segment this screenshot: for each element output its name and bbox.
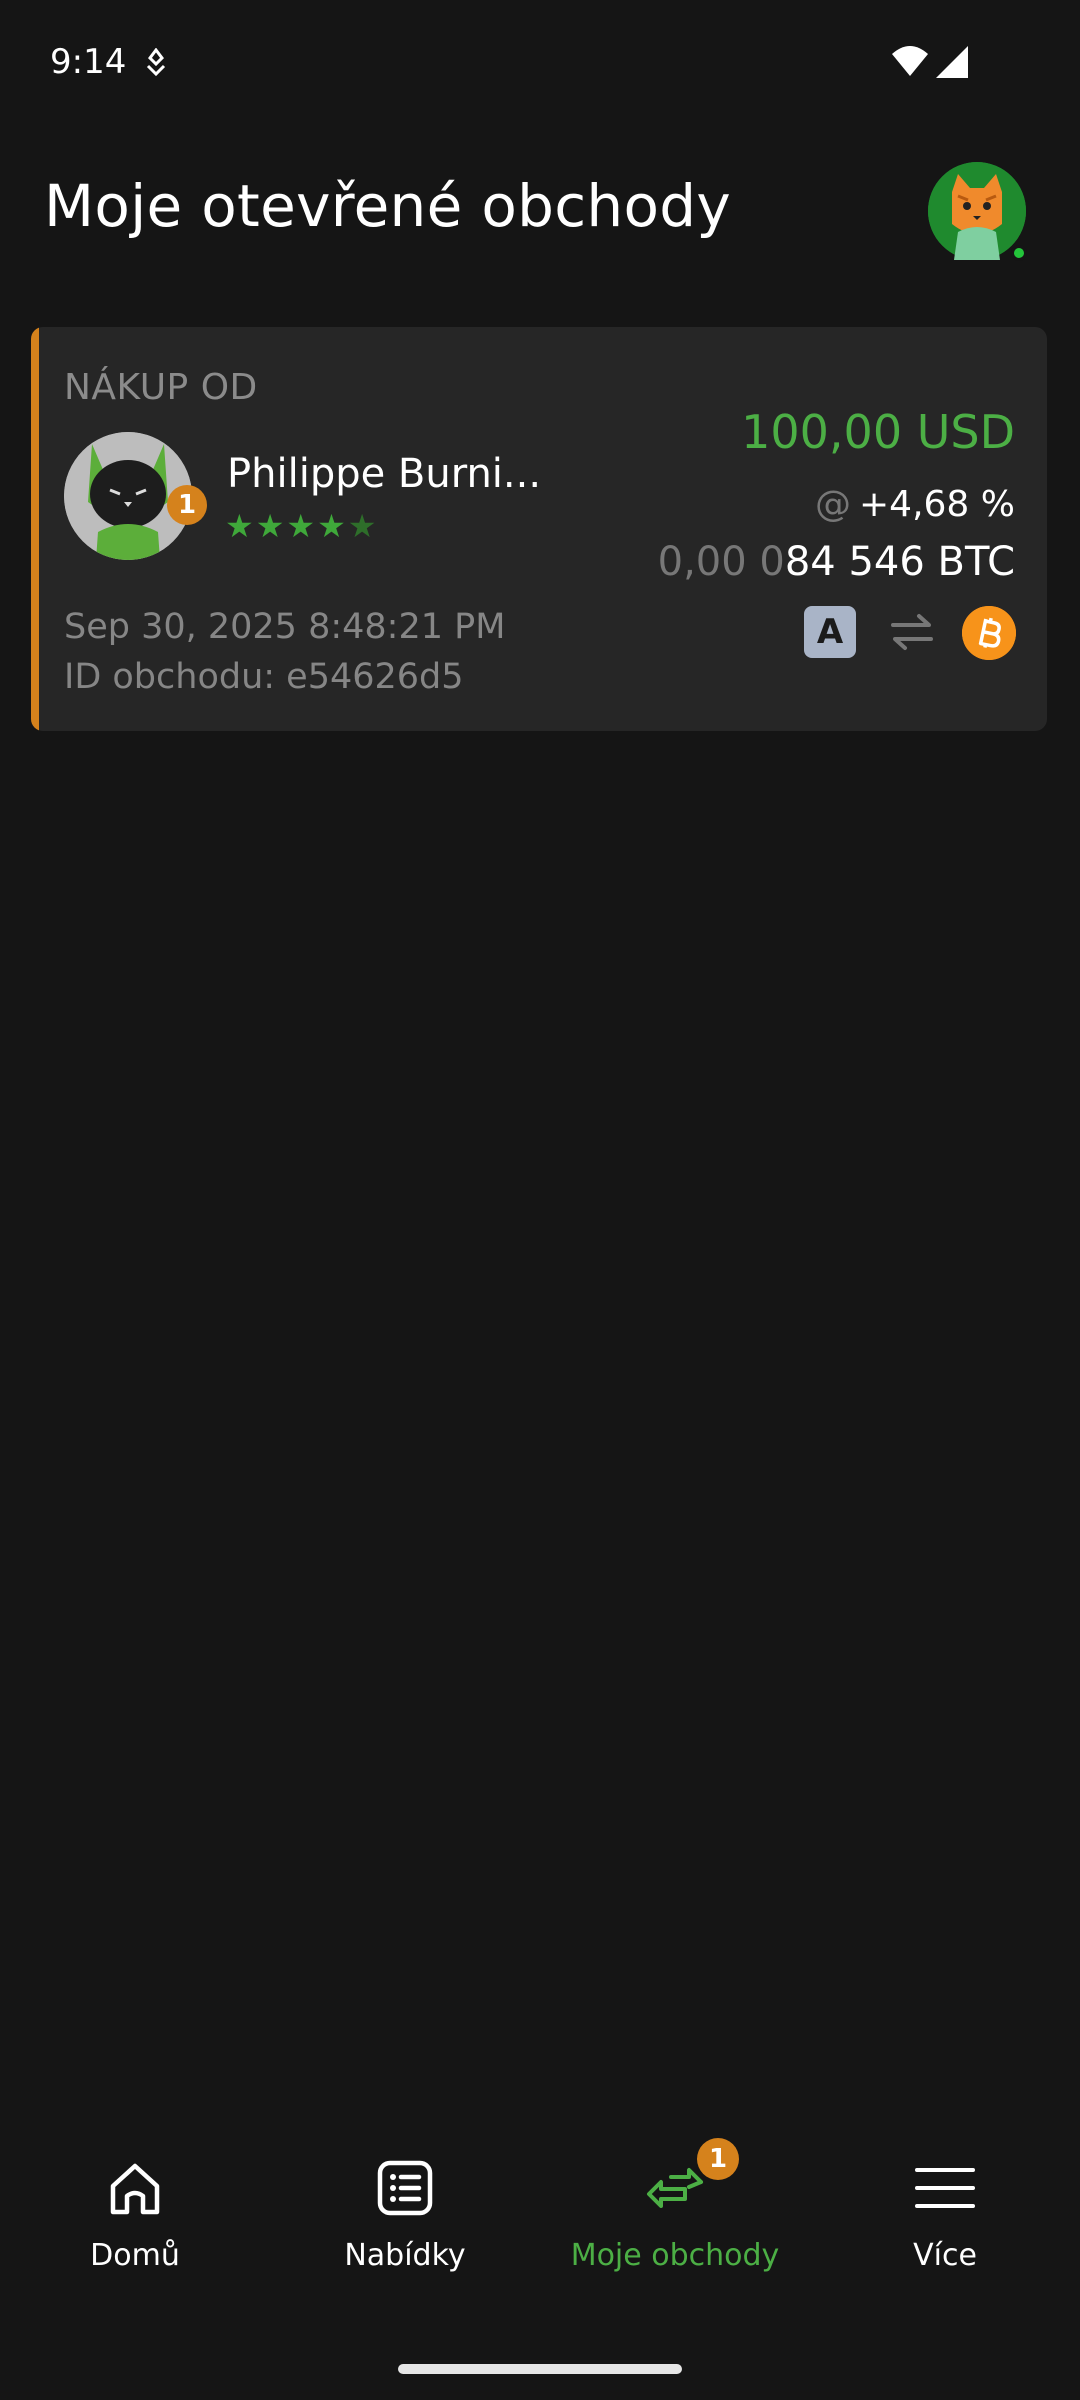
list-icon — [377, 2160, 433, 2216]
trade-id: ID obchodu: e54626d5 — [64, 657, 464, 697]
trade-date: Sep 30, 2025 8:48:21 PM — [64, 607, 506, 647]
nav-label-home: Domů — [90, 2238, 180, 2273]
home-indicator[interactable] — [398, 2364, 682, 2374]
payment-method-icon: A — [804, 606, 856, 658]
nav-item-offers[interactable]: Nabídky — [270, 2158, 540, 2288]
btc-leading-zeros: 0,00 0 — [657, 539, 785, 585]
status-time: 9:14 — [50, 42, 127, 82]
nav-item-more[interactable]: Více — [810, 2158, 1080, 2288]
swap-icon — [891, 614, 933, 650]
cat-avatar-icon — [928, 162, 1026, 260]
nav-item-my-trades[interactable]: 1 Moje obchody — [540, 2138, 810, 2288]
page-title: Moje otevřené obchody — [44, 172, 732, 240]
btc-value: 84 546 BTC — [784, 539, 1015, 585]
nav-item-home[interactable]: Domů — [0, 2158, 270, 2288]
trade-card[interactable]: NÁKUP OD 1 Philippe Burni... ★★★★★ Sep 3… — [31, 327, 1047, 731]
user-avatar[interactable] — [928, 162, 1026, 260]
home-icon — [110, 2163, 160, 2215]
trade-btc-amount: 0,00 084 546 BTC — [658, 539, 1015, 585]
trade-amount: 100,00 USD — [741, 405, 1015, 459]
trade-premium: @ +4,68 % — [815, 484, 1015, 525]
nav-trades-badge: 1 — [697, 2138, 739, 2180]
card-accent-bar — [31, 327, 39, 731]
bitcoin-icon — [962, 606, 1016, 660]
online-status-dot — [1011, 245, 1027, 261]
rating-stars-filled: ★★★★ — [225, 507, 348, 545]
swap-arrows-icon — [647, 2168, 703, 2208]
nav-label-my-trades: Moje obchody — [570, 2238, 780, 2273]
wifi-icon — [892, 46, 928, 76]
peer-rating-stars: ★★★★★ — [225, 507, 378, 545]
signal-icon — [936, 46, 968, 78]
peer-trade-count-badge: 1 — [167, 485, 207, 525]
trade-direction: NÁKUP OD — [64, 367, 258, 408]
nav-label-more: Více — [913, 2238, 977, 2273]
rating-star-dim: ★ — [347, 507, 379, 545]
premium-at-sign: @ — [815, 484, 852, 525]
location-icon — [146, 48, 166, 77]
nav-label-offers: Nabídky — [344, 2238, 466, 2273]
status-bar: 9:14 — [0, 0, 1080, 130]
peer-name: Philippe Burni... — [227, 451, 542, 497]
premium-value: +4,68 % — [859, 484, 1015, 525]
menu-icon — [915, 2168, 975, 2208]
